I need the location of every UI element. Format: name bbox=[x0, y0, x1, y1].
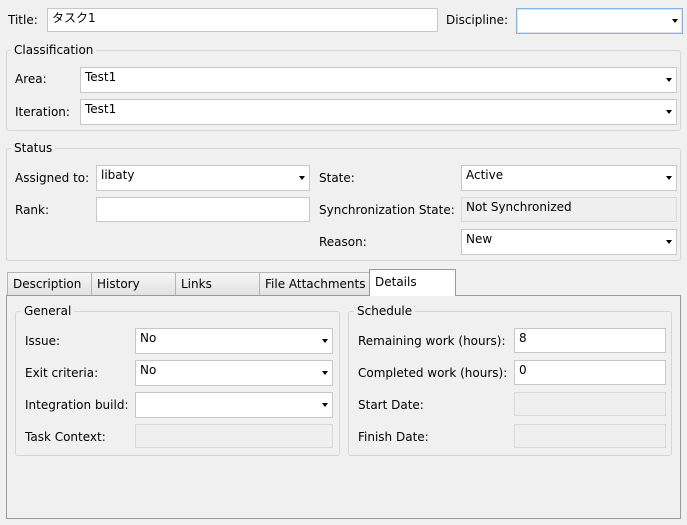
classification-title: Classification bbox=[11, 43, 97, 57]
issue-label: Issue: bbox=[25, 334, 61, 348]
completed-work-label: Completed work (hours): bbox=[358, 366, 508, 380]
finish-date-field bbox=[514, 424, 666, 448]
chevron-down-icon bbox=[322, 403, 328, 407]
integration-build-label: Integration build: bbox=[25, 398, 129, 412]
state-select[interactable]: Active bbox=[461, 165, 677, 191]
state-value: Active bbox=[466, 168, 504, 182]
state-label: State: bbox=[319, 171, 355, 185]
chevron-down-icon bbox=[322, 371, 328, 375]
tab-links[interactable]: Links bbox=[175, 272, 260, 295]
tab-details[interactable]: Details bbox=[369, 269, 456, 296]
area-label: Area: bbox=[15, 72, 47, 86]
reason-label: Reason: bbox=[319, 235, 367, 249]
general-title: General bbox=[21, 304, 75, 318]
assigned-to-value: libaty bbox=[101, 168, 135, 182]
tab-description[interactable]: Description bbox=[7, 272, 92, 295]
chevron-down-icon bbox=[299, 176, 305, 180]
sync-state-field: Not Synchronized bbox=[461, 197, 677, 222]
assigned-to-select[interactable]: libaty bbox=[96, 165, 310, 191]
start-date-field bbox=[514, 392, 666, 416]
chevron-down-icon bbox=[666, 240, 672, 244]
chevron-down-icon bbox=[666, 78, 672, 82]
task-context-label: Task Context: bbox=[25, 430, 106, 444]
title-input-value: タスク1 bbox=[52, 11, 96, 25]
discipline-select[interactable] bbox=[516, 8, 683, 34]
exit-criteria-select[interactable]: No bbox=[135, 360, 333, 386]
area-value: Test1 bbox=[85, 70, 117, 84]
title-label: Title: bbox=[8, 13, 38, 27]
exit-criteria-value: No bbox=[140, 363, 157, 377]
assigned-to-label: Assigned to: bbox=[15, 171, 90, 185]
completed-work-value: 0 bbox=[519, 363, 527, 377]
finish-date-label: Finish Date: bbox=[358, 430, 429, 444]
sync-state-value: Not Synchronized bbox=[466, 200, 572, 214]
remaining-work-label: Remaining work (hours): bbox=[358, 334, 506, 348]
tab-history[interactable]: History bbox=[91, 272, 176, 295]
status-title: Status bbox=[11, 141, 56, 155]
issue-value: No bbox=[140, 331, 157, 345]
completed-work-input[interactable]: 0 bbox=[514, 360, 666, 385]
tab-file-attachments[interactable]: File Attachments bbox=[259, 272, 370, 295]
start-date-label: Start Date: bbox=[358, 398, 424, 412]
chevron-down-icon bbox=[666, 176, 672, 180]
remaining-work-input[interactable]: 8 bbox=[514, 328, 666, 353]
rank-label: Rank: bbox=[15, 203, 50, 217]
remaining-work-value: 8 bbox=[519, 331, 527, 345]
sync-state-label: Synchronization State: bbox=[319, 203, 455, 217]
iteration-label: Iteration: bbox=[15, 105, 70, 119]
rank-input[interactable] bbox=[96, 197, 310, 222]
reason-select[interactable]: New bbox=[461, 229, 677, 255]
discipline-label: Discipline: bbox=[446, 13, 509, 27]
integration-build-select[interactable] bbox=[135, 392, 333, 418]
title-input[interactable]: タスク1 bbox=[47, 8, 438, 32]
chevron-down-icon bbox=[672, 19, 678, 23]
chevron-down-icon bbox=[322, 339, 328, 343]
issue-select[interactable]: No bbox=[135, 328, 333, 354]
schedule-title: Schedule bbox=[354, 304, 416, 318]
reason-value: New bbox=[466, 232, 493, 246]
task-context-field bbox=[135, 424, 333, 448]
exit-criteria-label: Exit criteria: bbox=[25, 366, 99, 380]
area-select[interactable]: Test1 bbox=[80, 67, 677, 93]
chevron-down-icon bbox=[666, 110, 672, 114]
iteration-select[interactable]: Test1 bbox=[80, 99, 677, 125]
iteration-value: Test1 bbox=[85, 102, 117, 116]
